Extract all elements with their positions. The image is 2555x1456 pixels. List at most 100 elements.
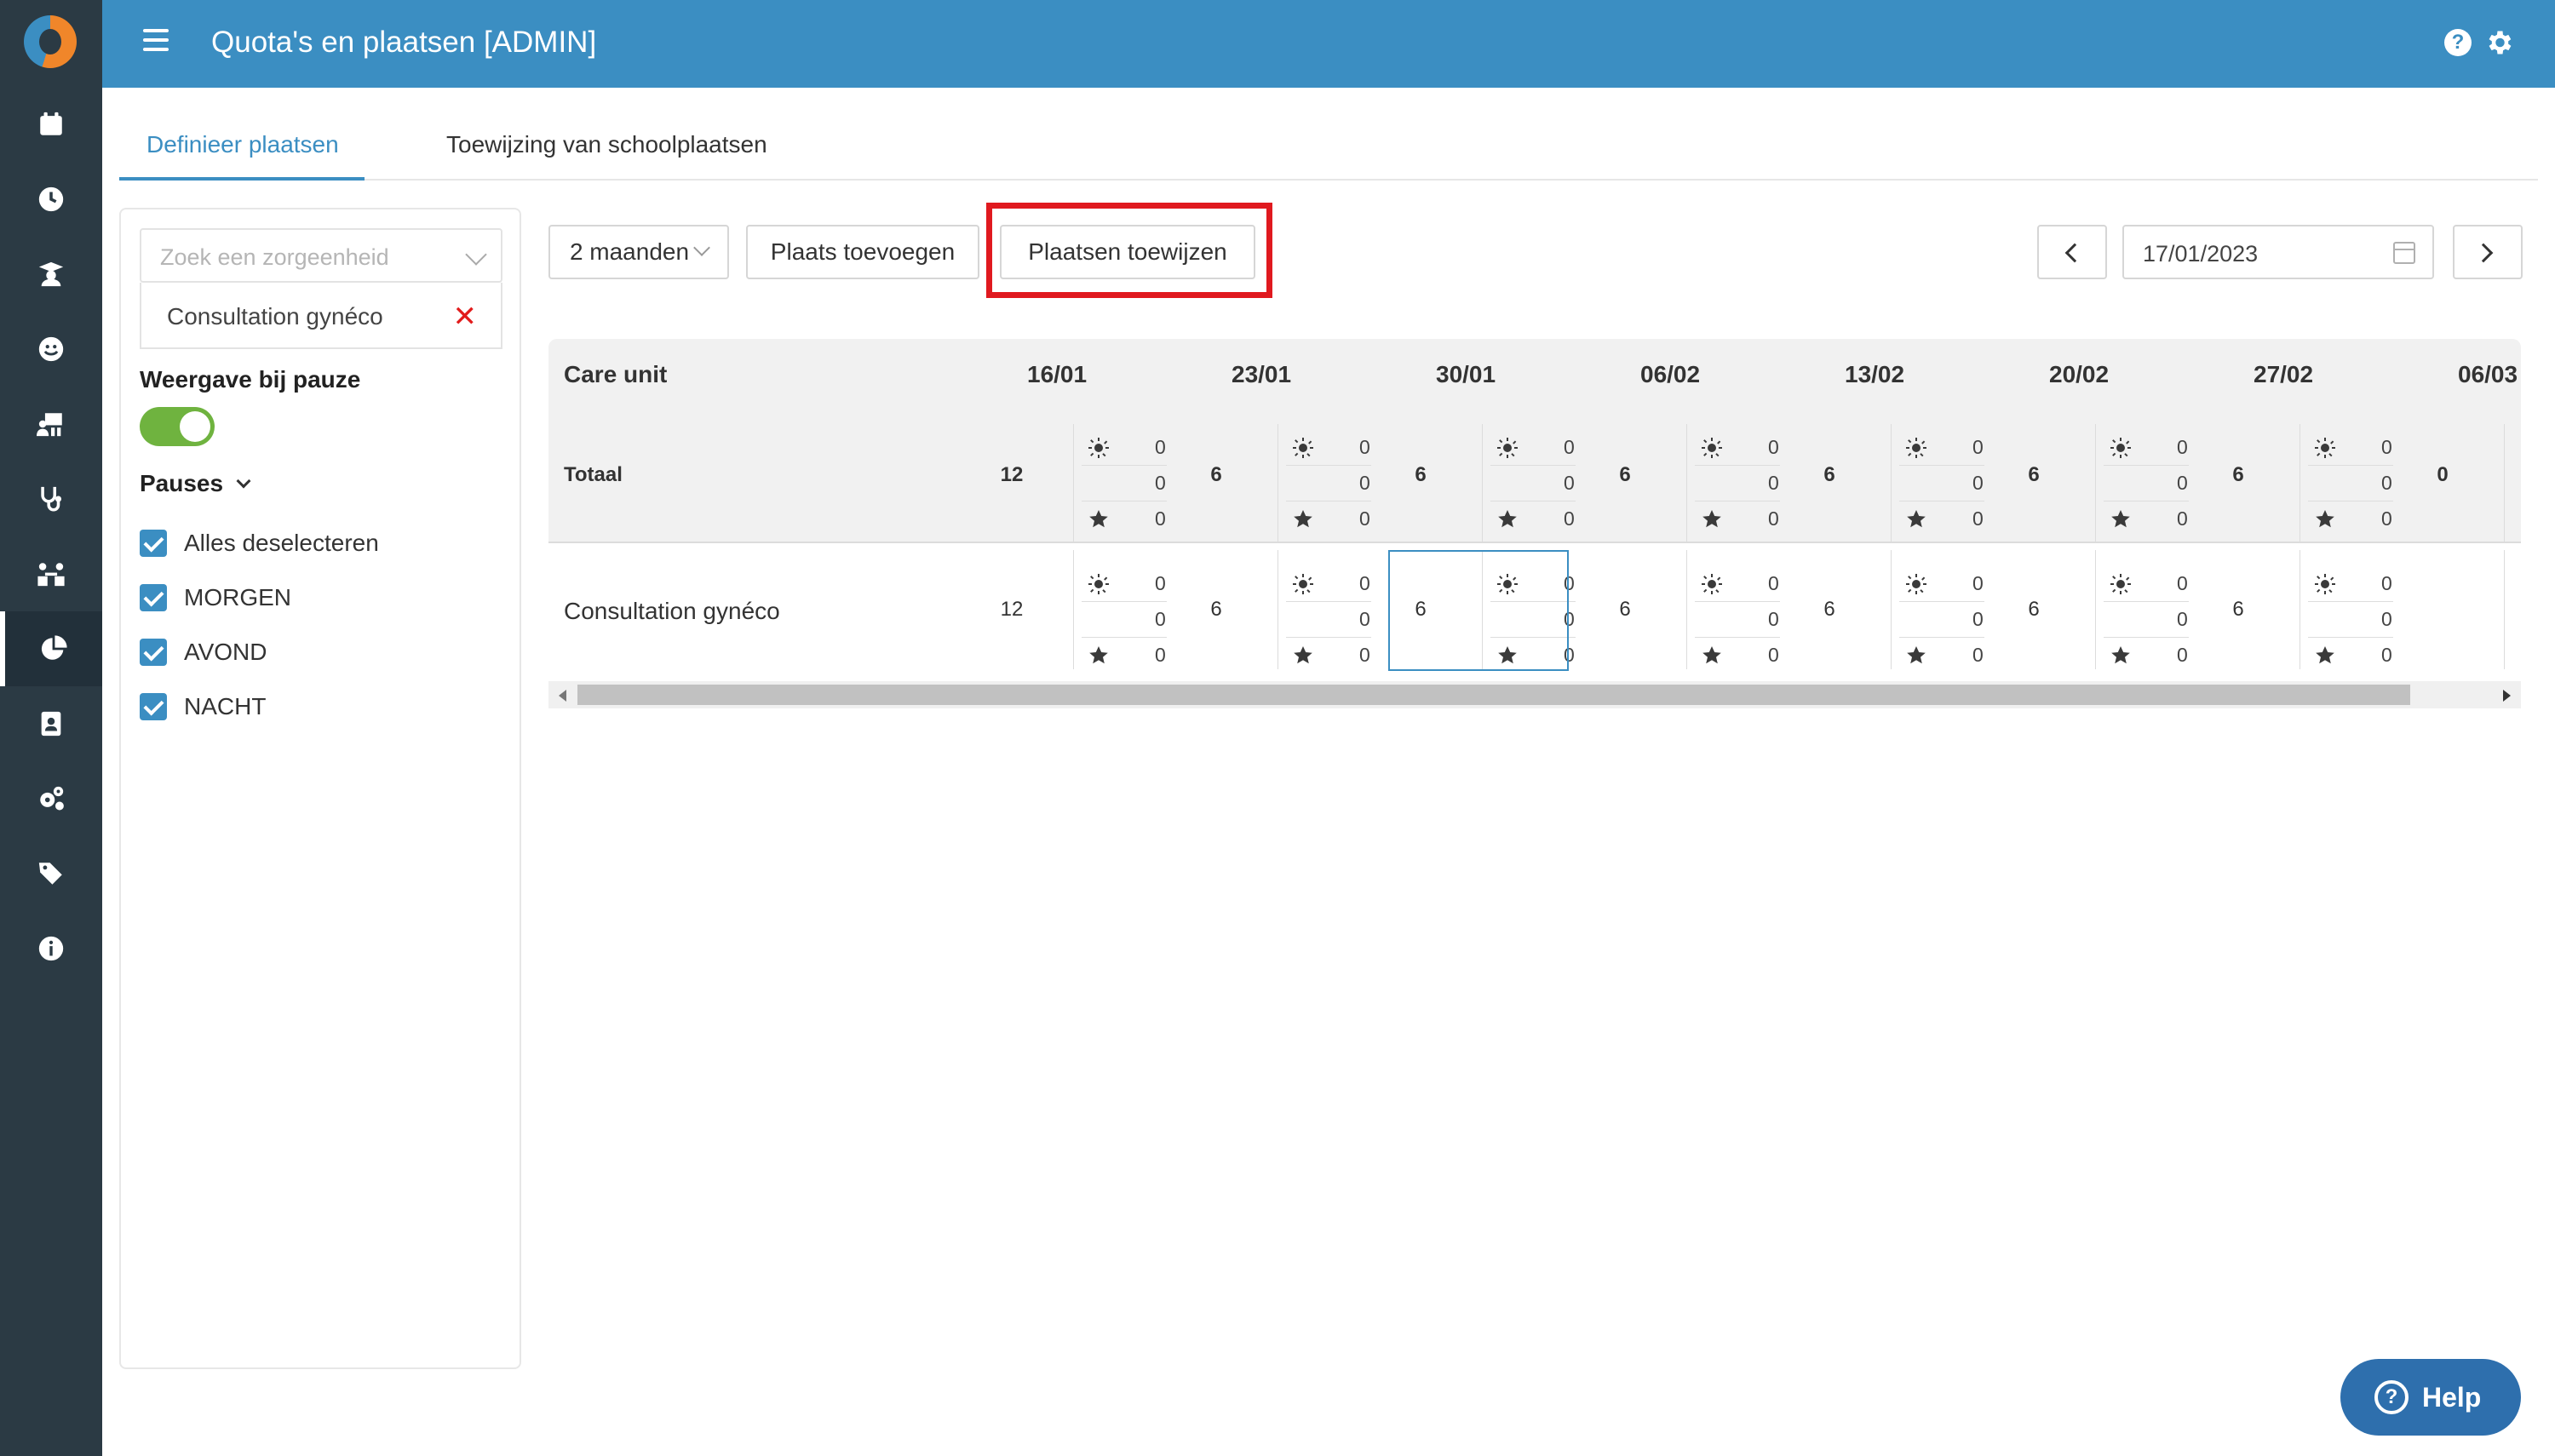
clock-icon[interactable] [0, 162, 102, 237]
check-avond[interactable]: AVOND [140, 639, 267, 666]
shift-breakdown[interactable]: 0 0 0 [1695, 567, 1780, 669]
shift-line: 0 [1286, 567, 1371, 602]
checkbox[interactable] [140, 530, 167, 557]
pause-view-toggle[interactable] [140, 407, 215, 446]
shift-breakdown[interactable]: 0 0 0 [1082, 567, 1167, 669]
week-total[interactable]: 6 [1191, 463, 1242, 487]
shift-line: 0 [1082, 603, 1167, 638]
shift-breakdown[interactable]: 0 0 0 [2104, 567, 2189, 669]
shift-line: 0 [2308, 567, 2393, 602]
week-total[interactable]: 6 [2213, 598, 2264, 622]
divider [1286, 637, 1371, 638]
app-logo[interactable] [24, 15, 77, 68]
shift-breakdown[interactable]: 0 0 0 [2104, 431, 2189, 533]
shift-value: 0 [1359, 472, 1370, 494]
check-alles-deselecteren[interactable]: Alles deselecteren [140, 530, 379, 557]
cell-separator [1891, 424, 1892, 543]
help-button[interactable]: ? Help [2340, 1359, 2521, 1436]
week-total[interactable]: 12 [986, 598, 1037, 622]
week-total[interactable]: 12 [986, 463, 1037, 487]
scroll-left-arrow[interactable] [559, 690, 566, 702]
shift-value: 0 [1972, 472, 1984, 494]
nav-rail [0, 0, 102, 1456]
week-total[interactable]: 6 [1395, 463, 1446, 487]
people-board-icon[interactable] [0, 387, 102, 461]
week-total[interactable]: 6 [1804, 463, 1855, 487]
next-button[interactable] [2453, 225, 2523, 279]
star-icon [1294, 510, 1312, 528]
pie-chart-icon[interactable] [0, 611, 102, 686]
moon-icon [1705, 475, 1714, 492]
divider [1082, 601, 1167, 602]
shift-breakdown[interactable]: 0 0 0 [2308, 431, 2393, 533]
week-total[interactable]: 6 [1191, 598, 1242, 622]
checkbox[interactable] [140, 693, 167, 720]
settings-gear-icon[interactable] [2483, 27, 2514, 58]
shift-value: 0 [2381, 507, 2392, 530]
shift-breakdown[interactable]: 0 0 0 [1899, 567, 1984, 669]
shift-breakdown[interactable]: 0 0 0 [2308, 567, 2393, 669]
week-total[interactable]: 6 [2008, 598, 2059, 622]
sun-icon [2315, 438, 2335, 458]
shift-breakdown[interactable]: 0 0 0 [1899, 431, 1984, 533]
calendar-icon[interactable] [0, 87, 102, 162]
week-total[interactable]: 6 [1599, 598, 1651, 622]
week-header: 16/01 [1027, 361, 1088, 387]
sun-icon [1906, 574, 1926, 594]
star-icon [1702, 646, 1721, 664]
horizontal-scrollbar[interactable] [548, 681, 2521, 708]
check-nacht[interactable]: NACHT [140, 693, 266, 720]
shift-breakdown[interactable]: 0 0 0 [1082, 431, 1167, 533]
shift-breakdown[interactable]: 0 0 0 [1695, 431, 1780, 533]
shift-value: 0 [2177, 436, 2188, 458]
pauses-dropdown[interactable]: Pauses [140, 470, 251, 497]
shift-line: 0 [1082, 431, 1167, 466]
shift-breakdown[interactable]: 0 0 0 [1286, 431, 1371, 533]
badge-icon[interactable] [0, 686, 102, 761]
shift-breakdown[interactable]: 0 0 0 [1286, 567, 1371, 669]
care-unit-search-select[interactable]: Zoek een zorgeenheid [140, 228, 502, 283]
date-picker-input[interactable]: 17/01/2023 [2122, 225, 2434, 279]
divider [1899, 637, 1984, 638]
gears-icon[interactable] [0, 761, 102, 836]
check-morgen[interactable]: MORGEN [140, 584, 291, 611]
period-select[interactable]: 2 maanden [548, 225, 729, 279]
add-place-button[interactable]: Plaats toevoegen [746, 225, 979, 279]
moon-icon [2318, 611, 2327, 628]
shift-value: 0 [2381, 608, 2392, 630]
divider [2104, 465, 2189, 466]
previous-button[interactable] [2037, 225, 2107, 279]
stethoscope-icon[interactable] [0, 461, 102, 536]
tags-icon[interactable] [0, 836, 102, 911]
tab-definieer-plaatsen[interactable]: Definieer plaatsen [146, 131, 339, 158]
week-total[interactable]: 6 [2213, 463, 2264, 487]
sun-icon [1702, 574, 1722, 594]
sun-icon [1702, 438, 1722, 458]
shift-line: 0 [1286, 603, 1371, 638]
shift-breakdown[interactable]: 0 0 0 [1490, 431, 1576, 533]
graduate-icon[interactable] [0, 237, 102, 312]
checkbox[interactable] [140, 639, 167, 666]
remove-unit-icon[interactable]: ✕ [453, 300, 478, 334]
smile-icon[interactable] [0, 312, 102, 387]
scroll-thumb[interactable] [577, 685, 2410, 705]
help-circle-icon[interactable]: ? [2444, 29, 2472, 56]
shift-line: 0 [1286, 502, 1371, 536]
scroll-right-arrow[interactable] [2503, 690, 2511, 702]
search-placeholder: Zoek een zorgeenheid [160, 244, 389, 270]
shift-line: 0 [2308, 431, 2393, 466]
info-icon[interactable] [0, 911, 102, 986]
moon-icon [1705, 611, 1714, 628]
week-total[interactable]: 6 [1599, 463, 1651, 487]
week-total[interactable]: 0 [2417, 463, 2468, 487]
hamburger-menu-icon[interactable] [143, 29, 169, 58]
week-total[interactable]: 6 [1804, 598, 1855, 622]
users-link-icon[interactable] [0, 536, 102, 611]
cell-separator [2095, 424, 2096, 543]
week-total[interactable]: 6 [2008, 463, 2059, 487]
tab-toewijzing-schoolplaatsen[interactable]: Toewijzing van schoolplaatsen [446, 131, 767, 158]
divider [1082, 501, 1167, 502]
selected-cell[interactable] [1388, 550, 1569, 671]
calendar-icon[interactable] [2393, 242, 2415, 264]
checkbox[interactable] [140, 584, 167, 611]
